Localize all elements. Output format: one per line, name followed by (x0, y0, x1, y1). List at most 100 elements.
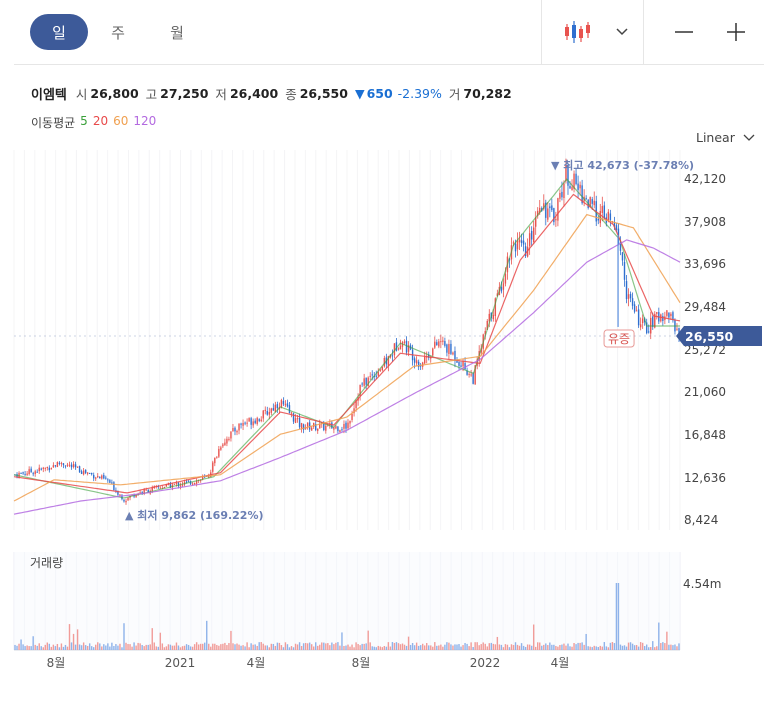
candle-body (397, 348, 400, 350)
volume-bar (381, 647, 384, 650)
volume-bar (26, 645, 28, 650)
volume-bar (119, 643, 121, 650)
candle-body (268, 412, 271, 415)
volume-bar (579, 642, 581, 650)
volume-bar (345, 645, 347, 650)
candle-body (234, 427, 236, 432)
candle-body (569, 185, 571, 189)
volume-bar (421, 643, 424, 650)
candle-body (294, 418, 297, 423)
volume-bar (607, 647, 610, 650)
volume-bar (218, 645, 220, 650)
volume-bar (95, 644, 97, 650)
candle-body (502, 283, 505, 290)
candle-body (432, 348, 434, 356)
volume-bar (28, 646, 30, 650)
candle-body (99, 476, 101, 479)
candle-body (625, 281, 628, 300)
candle-body (36, 471, 38, 473)
candle-body (66, 464, 69, 466)
volume-bar (99, 643, 101, 650)
candle-body (284, 404, 287, 406)
candle-body (351, 413, 353, 421)
candle-body (639, 324, 642, 328)
volume-bar (522, 645, 525, 650)
volume-bar (151, 628, 153, 650)
volume-bar (74, 644, 77, 650)
volume-bar (357, 644, 359, 650)
volume-bar (185, 644, 188, 650)
volume-bar (492, 643, 495, 650)
candle-body (627, 294, 630, 299)
price-chart[interactable]: 42,12037,90833,69629,48425,27221,06016,8… (0, 0, 776, 703)
event-label: 유증 (608, 332, 630, 346)
volume-bar (397, 643, 400, 650)
volume-bar (631, 643, 634, 650)
volume-bar (88, 643, 91, 650)
time-tick-label: 4월 (551, 656, 570, 670)
volume-bar (413, 645, 416, 650)
candle-body (462, 361, 464, 367)
volume-bar (543, 644, 545, 650)
volume-bar (450, 644, 452, 650)
candle-body (97, 476, 99, 478)
volume-bar (260, 642, 262, 650)
volume-bar (377, 645, 379, 650)
volume-bar (601, 646, 604, 650)
candle-body (468, 373, 470, 375)
volume-bar (662, 642, 664, 650)
candle-body (341, 429, 343, 431)
candle-body (652, 316, 654, 327)
volume-bar (18, 643, 20, 650)
volume-bar (46, 642, 49, 650)
candle-body (296, 418, 299, 420)
volume-bar (294, 643, 297, 650)
candle-body (238, 423, 240, 431)
candle-body (74, 464, 77, 468)
candle-body (492, 314, 495, 320)
volume-bar (419, 645, 422, 650)
volume-bar (214, 643, 216, 650)
candle-body (248, 418, 250, 422)
candle-body (181, 484, 184, 486)
volume-bar (234, 644, 236, 650)
volume-bar (191, 646, 194, 650)
candle-body (103, 474, 105, 479)
volume-bar (201, 643, 204, 650)
volume-bar (363, 643, 365, 650)
candle-body (175, 482, 178, 484)
volume-bar (613, 643, 616, 650)
volume-bar (139, 643, 141, 650)
volume-bar (175, 642, 178, 650)
volume-bar (569, 646, 571, 650)
candle-body (28, 469, 30, 475)
volume-bar (90, 646, 93, 650)
candle-body (88, 472, 91, 474)
volume-bar (228, 643, 230, 650)
volume-bar (341, 632, 343, 650)
volume-bar (537, 642, 539, 650)
candle-body (40, 468, 42, 470)
volume-bar (306, 643, 309, 650)
volume-bar (246, 642, 248, 650)
volume-bar (331, 642, 333, 650)
volume-bar (226, 645, 228, 650)
volume-bar (516, 644, 519, 650)
candle-body (436, 342, 438, 346)
volume-bar (224, 642, 226, 650)
candle-body (629, 294, 632, 299)
volume-bar (355, 642, 357, 650)
volume-bar (258, 642, 260, 650)
candle-body (444, 341, 446, 346)
volume-bar (274, 645, 277, 650)
candle-body (266, 411, 268, 415)
volume-bar (36, 645, 38, 650)
candle-body (42, 467, 44, 469)
candle-body (145, 489, 147, 491)
candle-body (298, 417, 301, 428)
volume-bar (187, 644, 190, 650)
volume-bar (597, 647, 599, 650)
volume-bar (593, 645, 595, 650)
candle-body (450, 343, 452, 354)
volume-bar (50, 646, 53, 650)
